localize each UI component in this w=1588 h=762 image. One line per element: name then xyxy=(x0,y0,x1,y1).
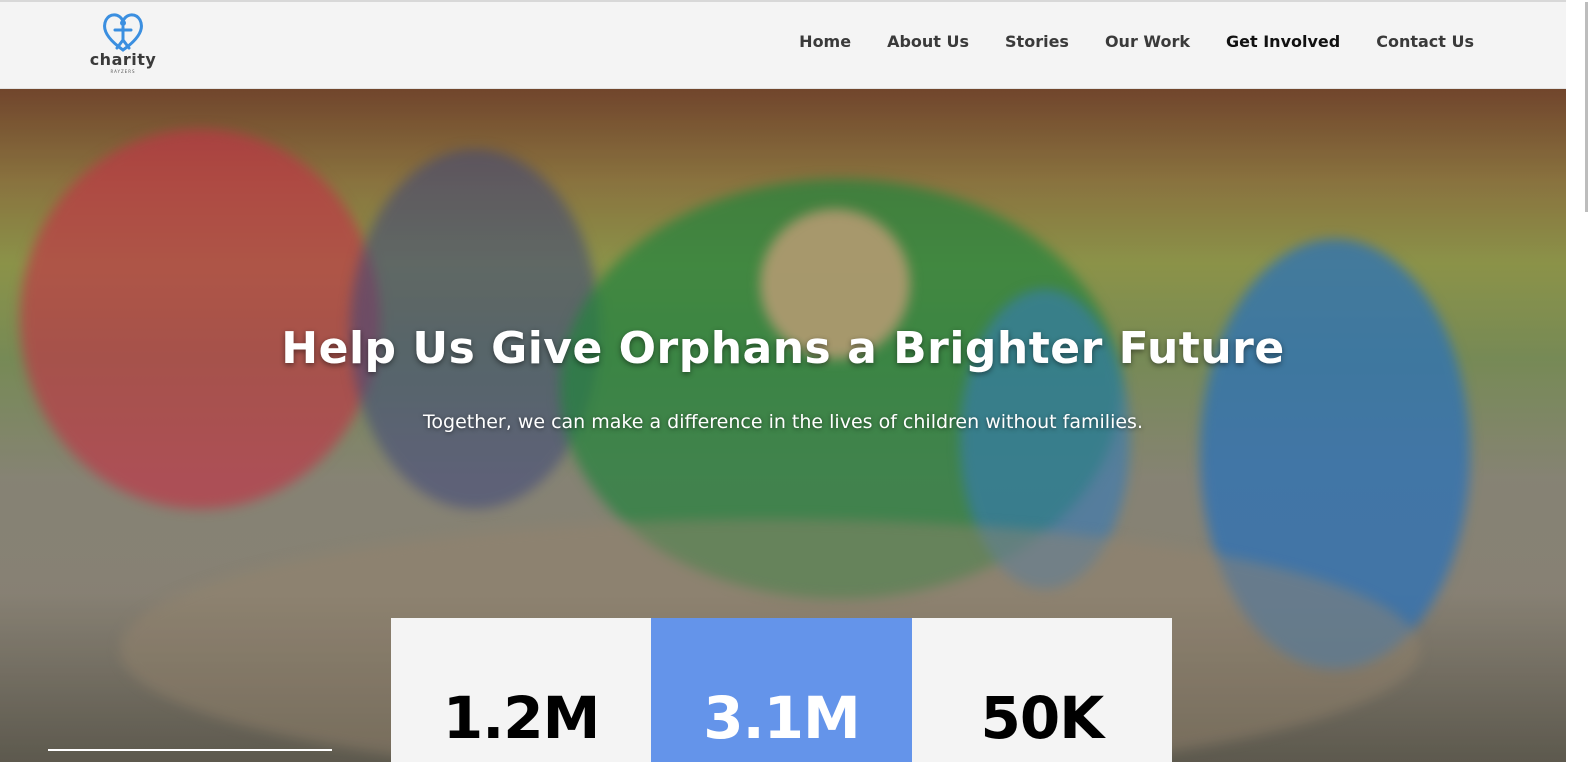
brand-tagline: RAYZERS xyxy=(110,69,136,74)
nav-home[interactable]: Home xyxy=(799,32,851,51)
hero-subtitle: Together, we can make a difference in th… xyxy=(423,411,1143,433)
stats-panel: 1.2M 3.1M 50K xyxy=(391,618,1172,762)
brand-name: charity xyxy=(89,50,157,69)
heart-person-icon xyxy=(103,13,143,52)
stat-card: 50K xyxy=(911,618,1172,762)
brand-logo[interactable]: charity RAYZERS xyxy=(80,10,166,74)
bottom-edge-strip xyxy=(48,749,332,751)
stat-value: 1.2M xyxy=(442,684,600,752)
nav-stories[interactable]: Stories xyxy=(1005,32,1069,51)
stat-value: 50K xyxy=(980,684,1104,752)
main-nav: Home About Us Stories Our Work Get Invol… xyxy=(763,32,1474,51)
hero-title: Help Us Give Orphans a Brighter Future xyxy=(281,323,1285,374)
stat-card-highlight: 3.1M xyxy=(651,618,912,762)
nav-our-work[interactable]: Our Work xyxy=(1105,32,1190,51)
nav-contact-us[interactable]: Contact Us xyxy=(1376,32,1474,51)
nav-get-involved[interactable]: Get Involved xyxy=(1226,32,1340,51)
site-header: charity RAYZERS Home About Us Stories Ou… xyxy=(0,2,1566,89)
nav-about-us[interactable]: About Us xyxy=(887,32,969,51)
stat-value: 3.1M xyxy=(703,684,860,752)
stat-card: 1.2M xyxy=(391,618,652,762)
page-scrollbar[interactable] xyxy=(1566,0,1588,762)
